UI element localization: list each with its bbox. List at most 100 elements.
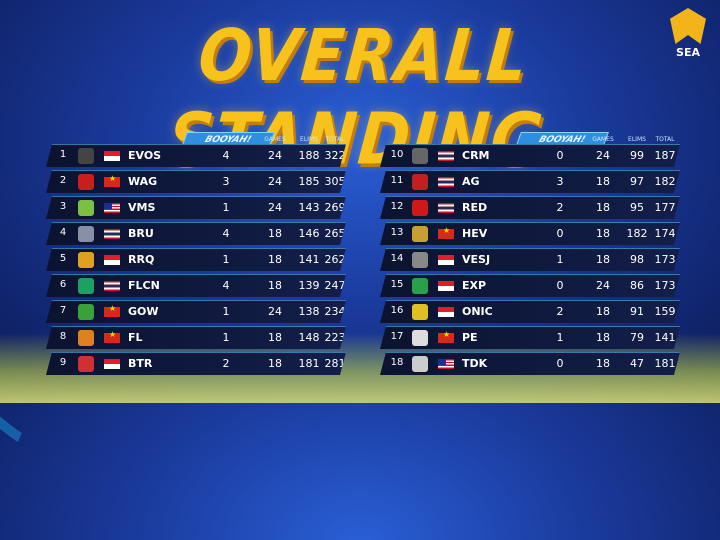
games-cell: 18 bbox=[268, 357, 282, 370]
team-name: VMS bbox=[128, 201, 156, 214]
elims-cell: 188 bbox=[298, 149, 320, 162]
rank-cell: 8 bbox=[59, 331, 67, 342]
team-logo-icon bbox=[412, 174, 428, 190]
games-cell: 24 bbox=[268, 175, 282, 188]
team-logo-icon bbox=[412, 304, 428, 320]
country-flag-icon bbox=[104, 229, 120, 239]
table-row: 13 HEV 0 18 182 174 bbox=[380, 222, 680, 245]
team-logo-icon bbox=[412, 148, 428, 164]
elims-cell: 146 bbox=[298, 227, 320, 240]
games-cell: 24 bbox=[268, 149, 282, 162]
team-name: GOW bbox=[128, 305, 159, 318]
table-row: 14 VESJ 1 18 98 173 bbox=[380, 248, 680, 271]
team-logo-icon bbox=[412, 330, 428, 346]
country-flag-icon bbox=[104, 333, 120, 343]
total-cell: 305 bbox=[324, 175, 346, 188]
total-cell: 281 bbox=[324, 357, 346, 370]
country-flag-icon bbox=[438, 307, 454, 317]
elims-cell: 181 bbox=[298, 357, 320, 370]
country-flag-icon bbox=[438, 255, 454, 265]
table-row: 9 BTR 2 18 181 281 bbox=[46, 352, 346, 375]
table-row: 3 VMS 1 24 143 269 bbox=[46, 196, 346, 219]
games-cell: 18 bbox=[596, 305, 610, 318]
country-flag-icon bbox=[104, 359, 120, 369]
total-header: TOTAL bbox=[325, 136, 345, 143]
team-name: HEV bbox=[462, 227, 488, 240]
country-flag-icon bbox=[438, 229, 454, 239]
elims-cell: 148 bbox=[298, 331, 320, 344]
team-logo-icon bbox=[78, 278, 94, 294]
table-row: 15 EXP 0 24 86 173 bbox=[380, 274, 680, 297]
team-logo-icon bbox=[78, 356, 94, 372]
country-flag-icon bbox=[438, 151, 454, 161]
booyah-cell: 1 bbox=[222, 201, 230, 214]
games-cell: 18 bbox=[596, 331, 610, 344]
team-logo-icon bbox=[412, 356, 428, 372]
team-logo-icon bbox=[78, 174, 94, 190]
table-row: 8 FL 1 18 148 223 bbox=[46, 326, 346, 349]
booyah-cell: 3 bbox=[222, 175, 230, 188]
total-cell: 265 bbox=[324, 227, 346, 240]
team-logo-icon bbox=[78, 304, 94, 320]
games-cell: 18 bbox=[596, 175, 610, 188]
elims-cell: 91 bbox=[630, 305, 644, 318]
games-cell: 24 bbox=[268, 305, 282, 318]
games-cell: 18 bbox=[268, 253, 282, 266]
booyah-cell: 1 bbox=[222, 331, 230, 344]
total-cell: 269 bbox=[324, 201, 346, 214]
rank-cell: 2 bbox=[59, 175, 67, 186]
table-row: 6 FLCN 4 18 139 247 bbox=[46, 274, 346, 297]
country-flag-icon bbox=[438, 203, 454, 213]
tournament-logo: SEA bbox=[664, 8, 712, 59]
rank-cell: 11 bbox=[390, 175, 404, 186]
team-logo-icon bbox=[78, 200, 94, 216]
elims-cell: 79 bbox=[630, 331, 644, 344]
elims-cell: 98 bbox=[630, 253, 644, 266]
total-cell: 187 bbox=[654, 149, 676, 162]
booyah-cell: 0 bbox=[556, 149, 564, 162]
elims-cell: 185 bbox=[298, 175, 320, 188]
rank-cell: 9 bbox=[59, 357, 67, 368]
rank-cell: 17 bbox=[390, 331, 404, 342]
country-flag-icon bbox=[438, 177, 454, 187]
team-name: BRU bbox=[128, 227, 154, 240]
booyah-cell: 3 bbox=[556, 175, 564, 188]
total-cell: 262 bbox=[324, 253, 346, 266]
team-name: AG bbox=[462, 175, 480, 188]
elims-cell: 99 bbox=[630, 149, 644, 162]
table-row: 1 EVOS 4 24 188 322 bbox=[46, 144, 346, 167]
table-row: 5 RRQ 1 18 141 262 bbox=[46, 248, 346, 271]
rank-cell: 4 bbox=[59, 227, 67, 238]
booyah-cell: 2 bbox=[222, 357, 230, 370]
team-name: PE bbox=[462, 331, 478, 344]
country-flag-icon bbox=[438, 333, 454, 343]
ffws-logo-icon bbox=[670, 8, 706, 44]
booyah-cell: 1 bbox=[222, 253, 230, 266]
country-flag-icon bbox=[104, 151, 120, 161]
country-flag-icon bbox=[104, 307, 120, 317]
total-cell: 177 bbox=[654, 201, 676, 214]
booyah-cell: 4 bbox=[222, 149, 230, 162]
games-cell: 24 bbox=[596, 279, 610, 292]
country-flag-icon bbox=[104, 177, 120, 187]
games-cell: 18 bbox=[596, 253, 610, 266]
total-cell: 322 bbox=[324, 149, 346, 162]
table-row: 2 WAG 3 24 185 305 bbox=[46, 170, 346, 193]
table-row: 18 TDK 0 18 47 181 bbox=[380, 352, 680, 375]
team-name: FL bbox=[128, 331, 143, 344]
games-cell: 18 bbox=[596, 357, 610, 370]
country-flag-icon bbox=[104, 203, 120, 213]
total-cell: 181 bbox=[654, 357, 676, 370]
team-logo-icon bbox=[78, 226, 94, 242]
booyah-cell: 4 bbox=[222, 279, 230, 292]
standings-table-right: BOOYAH! GAMES ELIMS TOTAL 10 CRM 0 24 99 187 1… bbox=[380, 132, 680, 378]
games-cell: 24 bbox=[596, 149, 610, 162]
elims-cell: 182 bbox=[626, 227, 648, 240]
total-cell: 173 bbox=[654, 253, 676, 266]
rank-cell: 5 bbox=[59, 253, 67, 264]
team-logo-icon bbox=[412, 226, 428, 242]
team-name: RED bbox=[462, 201, 488, 214]
elims-cell: 86 bbox=[630, 279, 644, 292]
elims-cell: 141 bbox=[298, 253, 320, 266]
team-name: EVOS bbox=[128, 149, 162, 162]
